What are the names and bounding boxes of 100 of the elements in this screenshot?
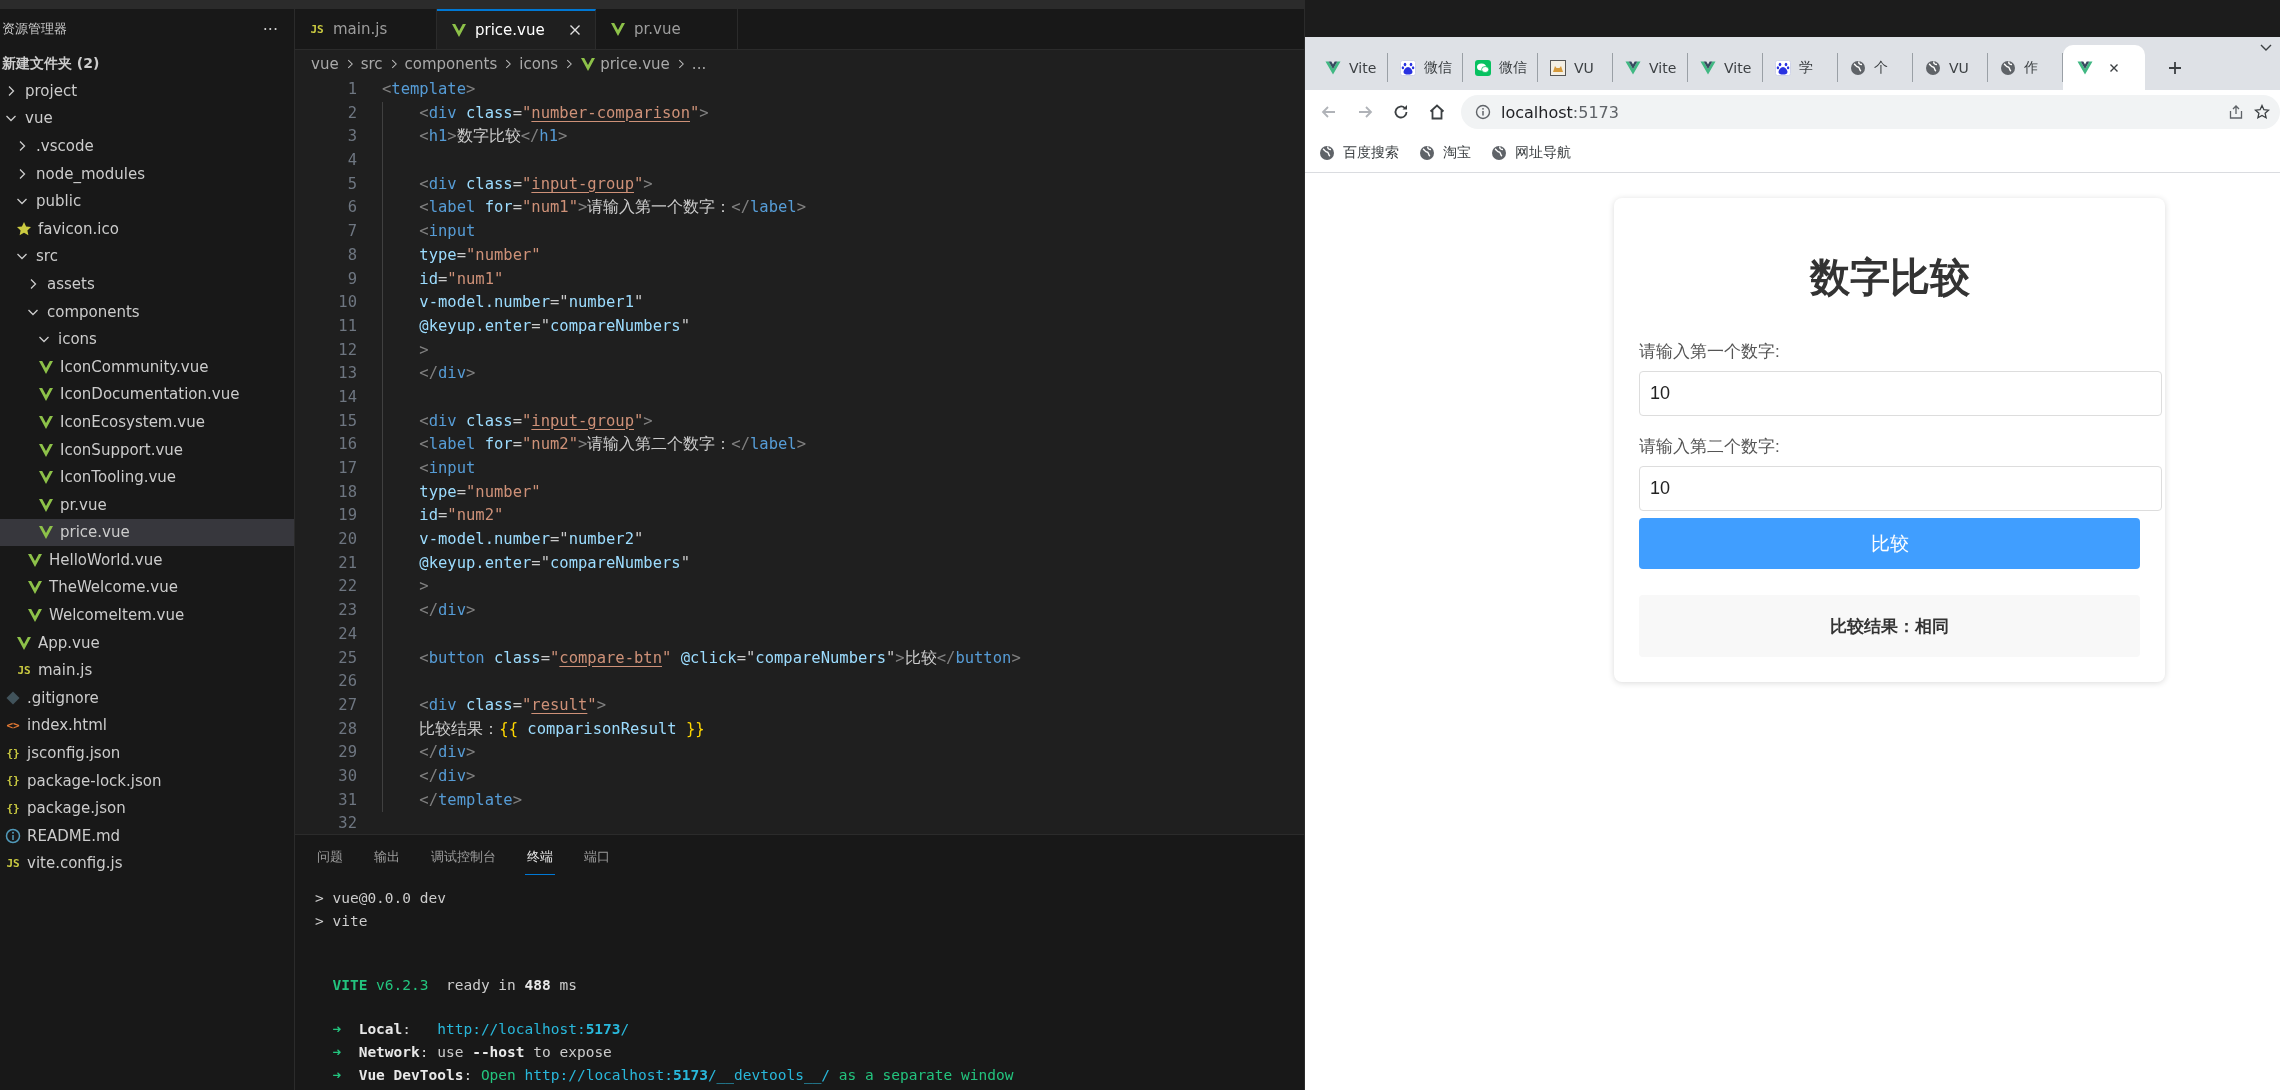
- code-line: id="num1": [418, 269, 504, 288]
- line-number: 6: [346, 197, 357, 219]
- code-line: <div class="number-comparison">: [418, 103, 709, 122]
- file-item[interactable]: pr.vue: [0, 490, 294, 519]
- explorer-title: 资源管理器: [2, 20, 67, 38]
- vue-icon: [38, 386, 54, 403]
- terminal-line: ➜ Vue DevTools: Open http://localhost:5173/__devtools__/ as a separate window: [331, 1067, 1014, 1083]
- vue-icon: [610, 21, 626, 37]
- vue-icon: [27, 579, 43, 596]
- share-icon[interactable]: [2228, 104, 2244, 120]
- file-item[interactable]: favicon.ico: [0, 214, 294, 243]
- file-item[interactable]: WelcomeItem.vue: [0, 601, 294, 629]
- vue-icon: [38, 413, 54, 430]
- code-line: <h1>数字比较</h1>: [418, 127, 568, 146]
- folder-item[interactable]: components: [0, 297, 294, 326]
- vue-icon: [1325, 59, 1341, 76]
- panel-tab[interactable]: 输出: [372, 840, 402, 874]
- folder-item[interactable]: node_modules: [0, 159, 294, 188]
- bookmark[interactable]: 百度搜索: [1319, 144, 1399, 162]
- breadcrumb-item[interactable]: price.vue: [600, 55, 670, 73]
- code-line: <input: [418, 459, 476, 477]
- browser-tab[interactable]: 微信: [1388, 53, 1463, 82]
- browser-tab[interactable]: 学: [1763, 53, 1838, 82]
- browser-tab[interactable]: 个: [1838, 53, 1913, 82]
- panel-tab[interactable]: 端口: [582, 840, 612, 874]
- result-text: 比较结果：相同: [1830, 615, 1949, 638]
- folder-item[interactable]: assets: [0, 270, 294, 298]
- panel-tab[interactable]: 终端: [525, 839, 555, 875]
- folder-item[interactable]: src: [0, 242, 294, 271]
- new-tab-icon[interactable]: [2167, 59, 2183, 76]
- home-icon[interactable]: [1427, 102, 1447, 122]
- field-label: 请输入第二个数字:: [1639, 436, 1781, 458]
- tab-label: main.js: [333, 20, 388, 38]
- code-line: </template>: [418, 790, 522, 809]
- bookmark[interactable]: 淘宝: [1419, 144, 1471, 162]
- breadcrumb-item[interactable]: src: [360, 55, 383, 73]
- breadcrumb-item[interactable]: components: [404, 55, 498, 73]
- tab-label: pr.vue: [634, 20, 681, 38]
- file-item[interactable]: <> index.html: [0, 711, 294, 740]
- folder-item[interactable]: icons: [0, 325, 294, 353]
- file-item[interactable]: README.md: [0, 822, 294, 850]
- file-item[interactable]: IconTooling.vue: [0, 463, 294, 491]
- star-icon[interactable]: [2254, 104, 2270, 120]
- folder-title[interactable]: 新建文件夹 (2): [0, 49, 294, 77]
- code-line: </div>: [418, 601, 476, 620]
- cat-icon: [1550, 59, 1566, 76]
- editor-tab[interactable]: price.vue: [437, 9, 596, 49]
- browser-tab[interactable]: Vite: [1313, 53, 1388, 82]
- editor-tab[interactable]: pr.vue: [596, 9, 738, 49]
- file-item[interactable]: {} package.json: [0, 794, 294, 823]
- code-line: </div>: [418, 743, 476, 762]
- line-number: 9: [346, 268, 357, 290]
- file-item[interactable]: JS main.js: [0, 656, 294, 685]
- file-item[interactable]: JS vite.config.js: [0, 849, 294, 878]
- vue-icon: [38, 524, 54, 541]
- address-bar[interactable]: localhost:5173: [1461, 95, 2280, 129]
- file-item[interactable]: {} package-lock.json: [0, 766, 294, 795]
- file-item[interactable]: IconEcosystem.vue: [0, 408, 294, 436]
- breadcrumb-item[interactable]: vue: [311, 55, 339, 73]
- file-item[interactable]: IconDocumentation.vue: [0, 380, 294, 409]
- browser-tab[interactable]: Vite: [1613, 53, 1688, 82]
- folder-item[interactable]: vue: [0, 104, 294, 133]
- number-field[interactable]: 10: [1639, 466, 2162, 511]
- line-number: 18: [337, 481, 357, 503]
- vue-icon: [1700, 59, 1716, 76]
- file-item[interactable]: IconCommunity.vue: [0, 352, 294, 381]
- file-item[interactable]: .gitignore: [0, 684, 294, 712]
- line-number: 20: [337, 529, 357, 551]
- code-line: <button class="compare-btn" @click="compareNumbers">比较</button>: [418, 648, 1021, 667]
- file-item[interactable]: HelloWorld.vue: [0, 546, 294, 574]
- code-line: >: [418, 340, 429, 359]
- panel-tab[interactable]: 问题: [315, 840, 345, 874]
- panel-tab[interactable]: 调试控制台: [429, 840, 498, 874]
- breadcrumb-item[interactable]: ...: [691, 55, 707, 73]
- file-item[interactable]: IconSupport.vue: [0, 435, 294, 464]
- file-item[interactable]: App.vue: [0, 628, 294, 657]
- code-line: </div>: [418, 364, 476, 383]
- line-number: 2: [346, 102, 357, 124]
- number-field[interactable]: 10: [1639, 371, 2162, 416]
- file-item[interactable]: {} jsconfig.json: [0, 739, 294, 767]
- line-number: 7: [346, 221, 357, 243]
- browser-tab[interactable]: VU: [1538, 53, 1613, 82]
- folder-item[interactable]: public: [0, 187, 294, 215]
- line-number: 8: [346, 244, 357, 266]
- info-icon[interactable]: [1475, 104, 1491, 120]
- folder-item[interactable]: project: [0, 77, 294, 105]
- line-number: 21: [337, 552, 357, 574]
- bookmark[interactable]: 网址导航: [1491, 144, 1571, 162]
- more-actions-button[interactable]: ···: [262, 19, 278, 39]
- code-line: type="number": [418, 245, 541, 264]
- breadcrumb-item[interactable]: icons: [519, 55, 559, 73]
- code-line: <label for="num2">请输入第二个数字：</label>: [418, 435, 807, 454]
- browser-tab[interactable]: 微信: [1463, 53, 1538, 82]
- file-item[interactable]: price.vue: [0, 518, 294, 547]
- code-line: @keyup.enter="compareNumbers": [418, 316, 690, 335]
- folder-item[interactable]: .vscode: [0, 132, 294, 160]
- browser-tab[interactable]: Vite: [1688, 53, 1763, 82]
- code-line: id="num2": [418, 506, 504, 525]
- file-item[interactable]: TheWelcome.vue: [0, 573, 294, 602]
- browser-tab[interactable]: VU: [1913, 53, 1988, 82]
